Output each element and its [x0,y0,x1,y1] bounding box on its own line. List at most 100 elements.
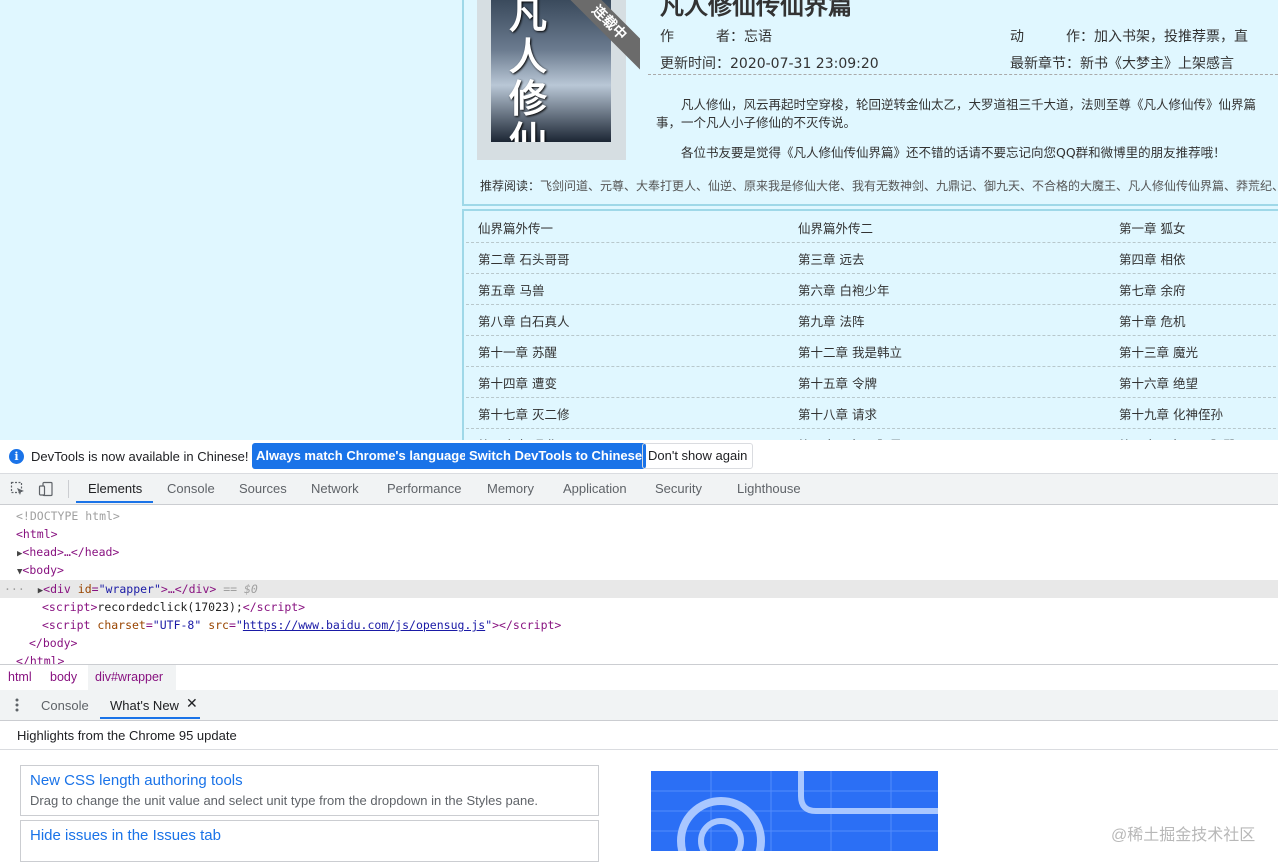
dom-head-node[interactable]: ▶<head>…</head> [17,543,119,561]
chapter-row: 仙界篇外传一 仙界篇外传二 第一章 狐女 [466,211,1278,243]
chapter-link[interactable]: 第十九章 化神侄孙 [1119,404,1223,423]
chapter-link[interactable]: 第十一章 苏醒 [478,342,557,361]
recommend-vote-link[interactable]: 投推荐票 [1164,29,1220,45]
chapter-link[interactable]: 第十二章 我是韩立 [798,342,902,361]
dom-script-2[interactable]: <script charset="UTF-8" src="https://www… [42,616,561,634]
chapter-row: 第十一章 苏醒 第十二章 我是韩立 第十三章 魔光 [466,335,1278,367]
dom-body-open: <body> [22,563,64,577]
whats-new-heading: Highlights from the Chrome 95 update [17,728,237,743]
tab-console[interactable]: Console [167,481,215,496]
book-title: 凡人修仙传仙界篇 [660,0,852,20]
inspect-element-icon[interactable] [10,481,26,497]
dom-body-close[interactable]: </body> [29,634,77,652]
intro-line-2: 各位书友要是觉得《凡人修仙传仙界篇》还不错的话请不要忘记向您QQ群和微博里的朋友… [681,145,1226,160]
chapter-row: 第十七章 灭二修 第十八章 请求 第十九章 化神侄孙 [466,397,1278,429]
chapter-link[interactable]: 第十五章 令牌 [798,373,877,392]
dom-div-attr: id [77,582,92,596]
elements-dom-tree: <!DOCTYPE html> <html> ▶<head>…</head> ▼… [0,505,1278,668]
always-match-language-button[interactable]: Always match Chrome's language [252,443,471,469]
selected-marker: == $0 [223,582,258,596]
dom-div-rest: >…</div> [160,582,217,596]
chapter-link[interactable]: 第五章 马兽 [478,280,544,299]
chapter-link[interactable]: 第六章 白袍少年 [798,280,889,299]
tab-performance[interactable]: Performance [387,481,461,496]
intro-line-1: 凡人修仙，风云再起时空穿梭，轮回逆转金仙太乙，大罗道祖三千大道，法则至尊《凡人修… [681,97,1257,112]
tab-elements[interactable]: Elements [88,481,142,496]
dom-div-tag: div [50,582,71,596]
dom-script-2-charset: "UTF-8" [152,618,202,632]
whats-new-item-desc: Drag to change the unit value and select… [30,793,539,808]
tab-security[interactable]: Security [655,481,702,496]
dom-body-node[interactable]: ▼<body> [17,561,64,579]
drawer-menu-icon[interactable] [12,697,22,713]
chapter-link[interactable]: 第十章 危机 [1119,311,1185,330]
whats-new-item-title[interactable]: New CSS length authoring tools [30,772,243,789]
recommend-links[interactable]: 飞剑问道、元尊、大奉打更人、仙逆、原来我是修仙大佬、我有无数神剑、九鼎记、御九天… [540,179,1278,193]
drawer-tab-console[interactable]: Console [41,698,89,713]
tab-network[interactable]: Network [311,481,359,496]
info-icon: i [9,449,24,464]
chapter-link[interactable]: 第八章 白石真人 [478,311,569,330]
whats-new-item[interactable]: Hide issues in the Issues tab [20,820,599,862]
chrome-update-illustration [651,771,938,851]
tab-sources[interactable]: Sources [239,481,287,496]
chapter-link[interactable]: 第三章 远去 [798,249,864,268]
breadcrumb-body[interactable]: body [50,670,77,684]
whats-new-item[interactable]: New CSS length authoring tools Drag to c… [20,765,599,816]
chapter-list: 仙界篇外传一 仙界篇外传二 第一章 狐女第二章 石头哥哥 第三章 远去 第四章 相依第五… [462,209,1278,440]
watermark: @稀土掘金技术社区 [1111,827,1256,844]
divider [0,749,1278,750]
chapter-link[interactable]: 第二章 石头哥哥 [478,249,569,268]
action-label: 动 作： [1010,29,1094,45]
web-page: 凡人修仙 连载中 凡人修仙传仙界篇 作 者：忘语 动 作：加入书架，投推荐票，直… [0,0,1278,440]
chapter-row: 第二十章 遇袭第二十一章 三阳星辰第二十二章 日三阳殿 [466,428,1278,440]
chapter-link[interactable]: 仙界篇外传一 [478,218,553,237]
more-actions-icon[interactable]: ··· [4,582,25,596]
devtools-drawer-tabbar: Console What's New ✕ [0,690,1278,721]
switch-to-chinese-button[interactable]: Switch DevTools to Chinese [465,443,647,469]
whats-new-item-title[interactable]: Hide issues in the Issues tab [30,827,221,844]
dom-div-attr-value: "wrapper" [98,582,161,596]
breadcrumb-div-wrapper[interactable]: div#wrapper [95,670,163,684]
dom-html-open[interactable]: <html> [16,525,58,543]
tab-application[interactable]: Application [563,481,627,496]
chapter-link[interactable]: 第十三章 魔光 [1119,342,1198,361]
tab-memory[interactable]: Memory [487,481,534,496]
action-row: 动 作：加入书架，投推荐票，直 [1010,29,1248,45]
author-row: 作 者：忘语 [660,26,772,46]
dom-doctype[interactable]: <!DOCTYPE html> [16,507,120,525]
drawer-tab-whats-new[interactable]: What's New [110,698,179,713]
dom-script-1-content: recordedclick(17023); [97,600,243,614]
drawer-active-indicator [100,717,200,719]
chapter-link[interactable]: 第九章 法阵 [798,311,864,330]
device-toolbar-icon[interactable] [38,481,54,497]
chapter-link[interactable]: 第七章 余府 [1119,280,1185,299]
chapter-link[interactable]: 第十七章 灭二修 [478,404,569,423]
status-ribbon: 连载中 [560,0,640,78]
status-ribbon-label: 连载中 [562,0,640,70]
chapter-row: 第二章 石头哥哥 第三章 远去 第四章 相依 [466,242,1278,274]
chapter-link[interactable]: 第四章 相依 [1119,249,1185,268]
dont-show-again-button[interactable]: Don't show again [642,443,754,469]
dom-div-wrapper-node[interactable]: ··· ▶<div id="wrapper">…</div> == $0 [4,580,258,598]
chapter-link[interactable]: 仙界篇外传二 [798,218,873,237]
chapter-link[interactable]: 第十四章 遭变 [478,373,557,392]
close-icon[interactable]: ✕ [186,695,198,712]
direct-link[interactable]: 直 [1234,29,1248,45]
dom-script-1[interactable]: <script>recordedclick(17023);</script> [42,598,305,616]
breadcrumb: html body div#wrapper [0,664,1278,691]
tab-lighthouse[interactable]: Lighthouse [737,481,801,496]
dom-script-2-src-link[interactable]: https://www.baidu.com/js/opensug.js [243,618,485,632]
latest-chapter-link[interactable]: 新书《大梦主》上架感言 [1080,56,1234,72]
latest-label: 最新章节： [1010,56,1080,72]
chapter-row: 第八章 白石真人 第九章 法阵 第十章 危机 [466,304,1278,336]
chapter-link[interactable]: 第十八章 请求 [798,404,877,423]
chapter-link[interactable]: 第十六章 绝望 [1119,373,1198,392]
dom-head: <head>…</head> [22,545,120,559]
updated-value: 2020-07-31 23:09:20 [730,56,879,72]
chapter-link[interactable]: 第一章 狐女 [1119,218,1185,237]
add-to-shelf-link[interactable]: 加入书架 [1094,29,1150,45]
chapter-row: 第十四章 遭变 第十五章 令牌 第十六章 绝望 [466,366,1278,398]
author-link[interactable]: 忘语 [744,29,772,45]
breadcrumb-html[interactable]: html [8,670,32,684]
